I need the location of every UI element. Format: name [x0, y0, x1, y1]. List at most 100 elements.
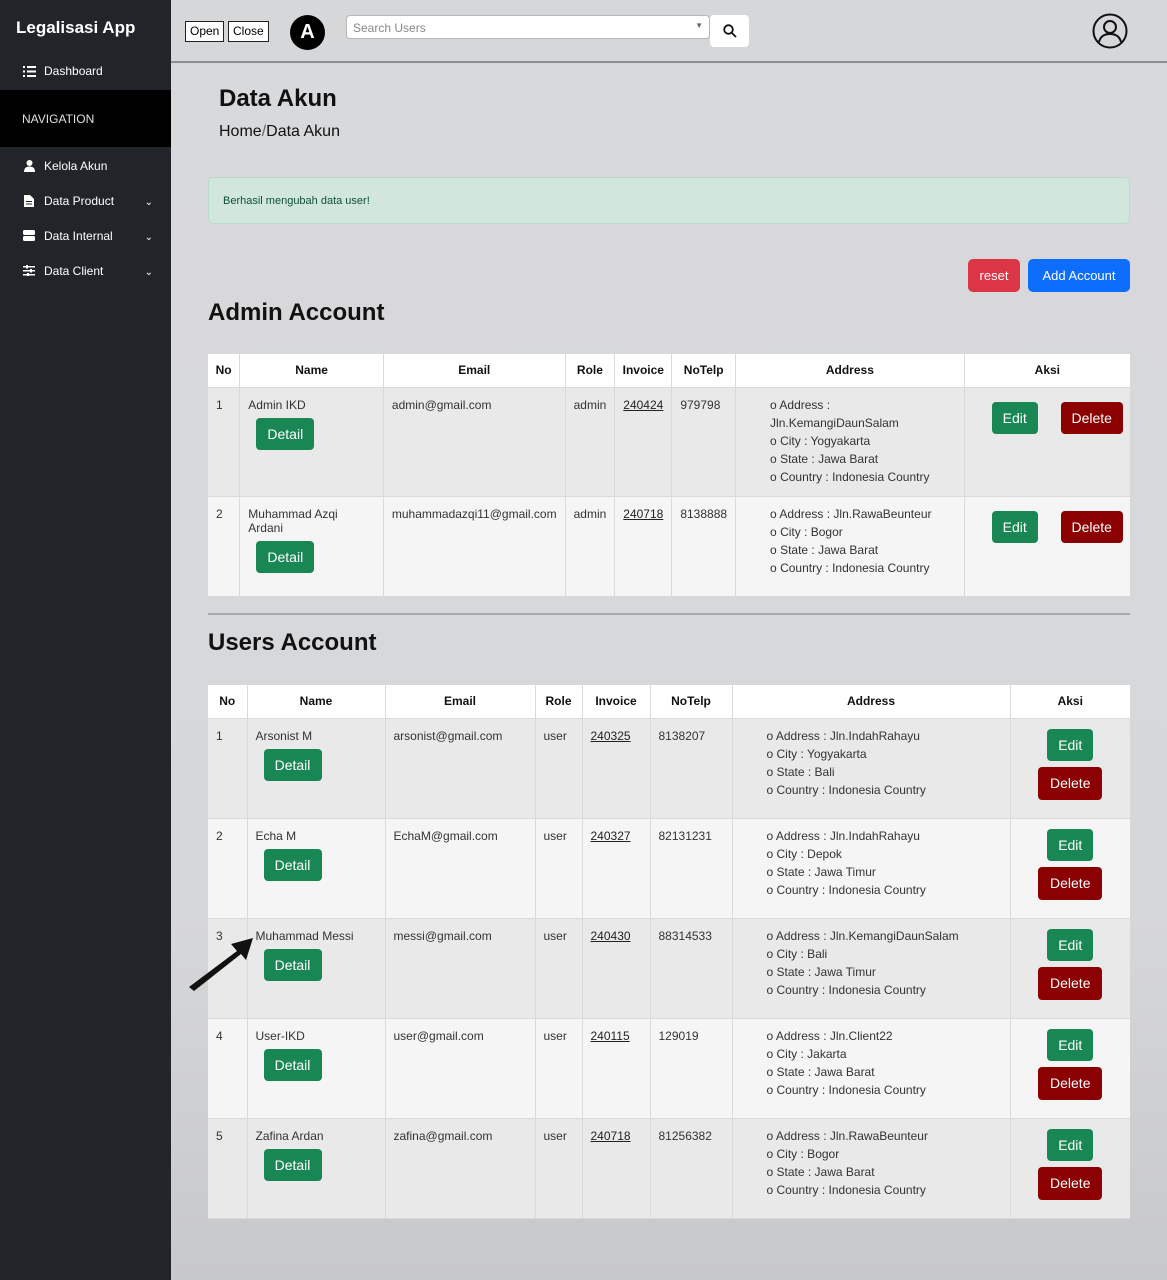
action-cell: Edit Delete: [964, 496, 1130, 597]
col-header: Role: [565, 354, 616, 388]
row-number: 4: [208, 1018, 248, 1119]
address-line: Country : Indonesia Country: [767, 981, 1002, 999]
user-name: Admin IKD: [248, 397, 306, 412]
user-avatar-icon[interactable]: [1092, 13, 1128, 49]
search-input[interactable]: Search Users ▼: [346, 15, 710, 39]
address-line: State : Jawa Timur: [767, 863, 1002, 881]
sidebar-item-data-client[interactable]: Data Client ⌄: [0, 253, 171, 288]
delete-button[interactable]: Delete: [1038, 766, 1103, 800]
table-row: 1 Admin IKD Detail admin@gmail.com admin…: [208, 387, 1130, 497]
col-header: Address: [732, 685, 1011, 719]
address-list: Address : Jln.IndahRahayuCity : Yogyakar…: [767, 727, 1002, 799]
phone-cell: 8138888: [671, 496, 737, 597]
user-icon: [22, 159, 36, 172]
row-number: 1: [208, 718, 248, 819]
email-cell: EchaM@gmail.com: [385, 818, 536, 919]
invoice-link[interactable]: 240430: [591, 929, 631, 943]
role-cell: admin: [565, 496, 616, 597]
add-account-button[interactable]: Add Account: [1028, 259, 1130, 292]
delete-button[interactable]: Delete: [1060, 510, 1123, 543]
main-content: Data Akun Home/Data Akun Berhasil mengub…: [171, 65, 1167, 1280]
address-line: State : Jawa Timur: [767, 963, 1002, 981]
page-title: Data Akun: [219, 85, 337, 112]
invoice-cell: 240424: [614, 387, 673, 497]
address-line: Country : Indonesia Country: [767, 781, 1002, 799]
address-line: Address : Jln.KemangiDaunSalam: [767, 927, 1002, 945]
open-button[interactable]: Open: [185, 21, 225, 42]
delete-button[interactable]: Delete: [1038, 1166, 1103, 1200]
edit-button[interactable]: Edit: [991, 510, 1038, 543]
reset-button[interactable]: reset: [968, 259, 1020, 292]
address-line: Address : Jln.RawaBeunteur: [770, 505, 956, 523]
invoice-link[interactable]: 240325: [591, 729, 631, 743]
name-cell: Echa M Detail: [247, 818, 386, 919]
invoice-link[interactable]: 240718: [623, 507, 663, 521]
col-header: Aksi: [964, 354, 1130, 388]
action-cell: Edit Delete: [1010, 1118, 1130, 1219]
invoice-link[interactable]: 240718: [591, 1129, 631, 1143]
close-button[interactable]: Close: [228, 21, 269, 42]
delete-button[interactable]: Delete: [1060, 401, 1123, 434]
invoice-cell: 240327: [582, 818, 651, 919]
phone-cell: 82131231: [650, 818, 733, 919]
address-line: Country : Indonesia Country: [767, 1181, 1002, 1199]
user-name: Echa M: [255, 828, 297, 843]
email-cell: zafina@gmail.com: [385, 1118, 536, 1219]
edit-button[interactable]: Edit: [1047, 928, 1094, 961]
user-name: Muhammad Messi: [255, 928, 354, 943]
name-cell: Muhammad Messi Detail: [247, 918, 386, 1019]
list-icon: [22, 65, 36, 77]
search-button[interactable]: [710, 15, 749, 47]
user-name: Arsonist M: [255, 728, 313, 743]
phone-cell: 979798: [671, 387, 737, 497]
breadcrumb-home[interactable]: Home: [219, 123, 262, 140]
detail-button[interactable]: Detail: [263, 848, 322, 881]
address-line: Country : Indonesia Country: [767, 881, 1002, 899]
address-list: Address : Jln.RawaBeunteurCity : BogorSt…: [767, 1127, 1002, 1199]
table-row: 2 Muhammad Azqi Ardani Detail muhammadaz…: [208, 496, 1130, 597]
sidebar-item-data-internal[interactable]: Data Internal ⌄: [0, 218, 171, 253]
detail-button[interactable]: Detail: [263, 1048, 322, 1081]
sidebar-item-data-product[interactable]: Data Product ⌄: [0, 183, 171, 218]
sidebar-item-dashboard[interactable]: Dashboard: [0, 56, 171, 86]
chevron-down-icon: ⌄: [144, 197, 153, 208]
user-name: User-IKD: [255, 1028, 305, 1043]
col-header: Email: [383, 354, 566, 388]
address-line: City : Yogyakarta: [767, 745, 1002, 763]
detail-button[interactable]: Detail: [256, 417, 315, 450]
pointer-arrow-icon: [189, 938, 253, 991]
address-line: Address : Jln.IndahRahayu: [767, 827, 1002, 845]
delete-button[interactable]: Delete: [1038, 1066, 1103, 1100]
email-cell: muhammadazqi11@gmail.com: [383, 496, 566, 597]
edit-button[interactable]: Edit: [1047, 728, 1094, 761]
role-cell: admin: [565, 387, 616, 497]
detail-button[interactable]: Detail: [263, 1148, 322, 1181]
detail-button[interactable]: Detail: [256, 540, 315, 573]
search-icon: [722, 24, 737, 38]
edit-button[interactable]: Edit: [1047, 1128, 1094, 1161]
role-cell: user: [535, 718, 583, 819]
detail-button[interactable]: Detail: [263, 748, 322, 781]
sidebar-item-kelola-akun[interactable]: Kelola Akun: [0, 148, 171, 183]
invoice-link[interactable]: 240424: [623, 398, 663, 412]
delete-button[interactable]: Delete: [1038, 866, 1103, 900]
delete-button[interactable]: Delete: [1038, 966, 1103, 1000]
edit-button[interactable]: Edit: [991, 401, 1038, 434]
detail-button[interactable]: Detail: [263, 948, 322, 981]
invoice-link[interactable]: 240327: [591, 829, 631, 843]
col-header: NoTelp: [671, 354, 737, 388]
address-list: Address : Jln.Client22City : JakartaStat…: [767, 1027, 1002, 1099]
edit-button[interactable]: Edit: [1047, 1028, 1094, 1061]
address-line: Address : Jln.KemangiDaunSalam: [770, 396, 956, 432]
address-list: Address : Jln.KemangiDaunSalamCity : Yog…: [770, 396, 956, 486]
file-icon: [22, 194, 36, 207]
chevron-down-icon: ⌄: [144, 267, 153, 278]
col-header: Invoice: [614, 354, 673, 388]
edit-button[interactable]: Edit: [1047, 828, 1094, 861]
address-line: City : Bogor: [770, 523, 956, 541]
address-cell: Address : Jln.Client22City : JakartaStat…: [732, 1018, 1011, 1119]
address-line: State : Jawa Barat: [770, 541, 956, 559]
invoice-link[interactable]: 240115: [591, 1029, 630, 1043]
col-header: Address: [735, 354, 965, 388]
server-icon: [22, 230, 36, 242]
